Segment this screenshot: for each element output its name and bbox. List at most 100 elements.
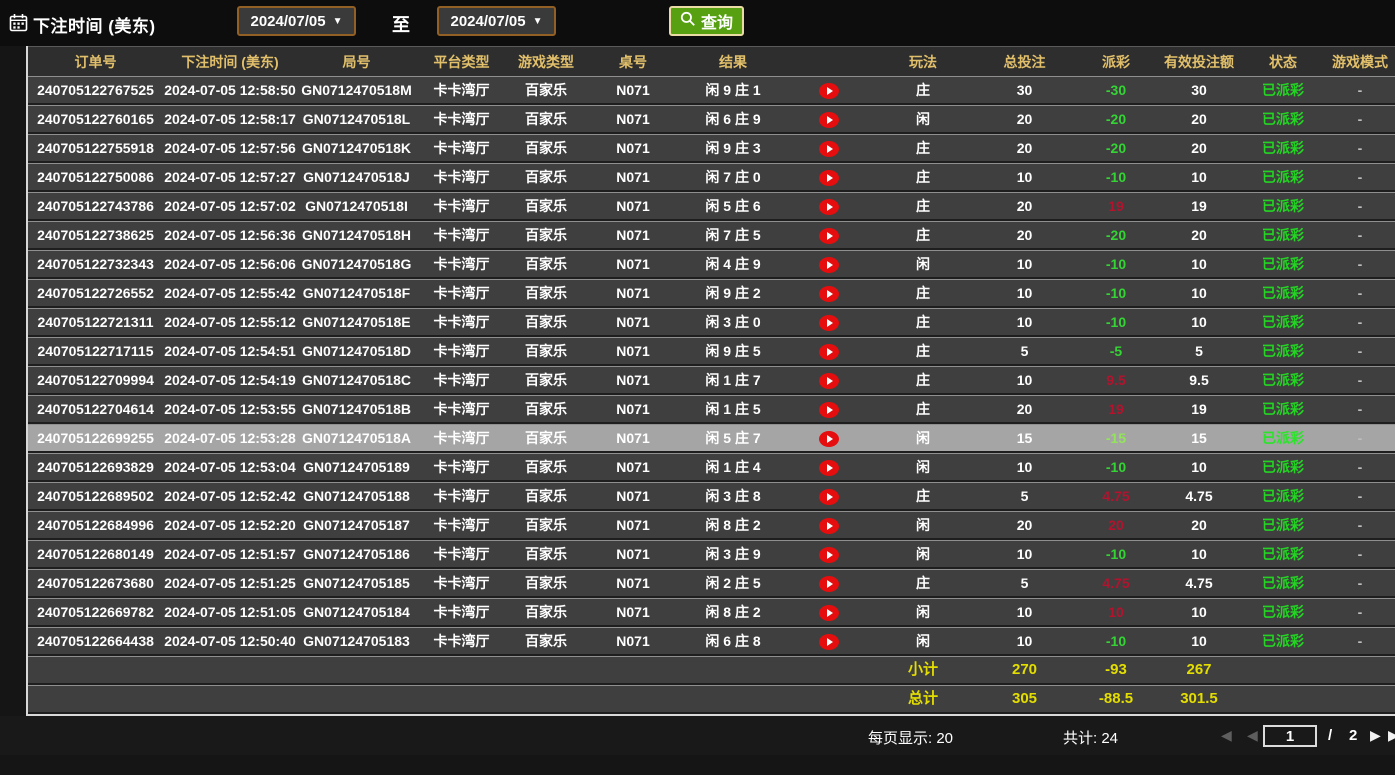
play-icon[interactable] [819,199,839,215]
status-badge: 已派彩 [1241,366,1325,395]
replay-cell [785,308,872,337]
result: 闲 9 庄 1 [681,76,785,105]
table-body: 240705122767525 2024-07-05 12:58:50 GN07… [28,76,1395,656]
play-icon[interactable] [819,634,839,650]
play-icon[interactable] [819,431,839,447]
round-id: GN07124705183 [297,627,416,656]
page-number-input[interactable] [1263,725,1317,747]
bet-time: 2024-07-05 12:54:51 [163,337,297,366]
query-button-label: 查询 [701,9,733,33]
last-page-icon[interactable]: ▶▐ [1388,727,1395,744]
play-icon[interactable] [819,460,839,476]
result: 闲 1 庄 5 [681,395,785,424]
play-icon[interactable] [819,286,839,302]
column-header: 状态 [1241,46,1325,76]
game-mode: - [1325,221,1395,250]
order-id: 240705122755918 [28,134,163,163]
bet-time: 2024-07-05 12:56:06 [163,250,297,279]
replay-cell [785,540,872,569]
table-row[interactable]: 240705122726552 2024-07-05 12:55:42 GN07… [28,279,1395,308]
table-row[interactable]: 240705122673680 2024-07-05 12:51:25 GN07… [28,569,1395,598]
valid-bet: 30 [1157,76,1241,105]
table-number: N071 [585,453,681,482]
bet-time: 2024-07-05 12:58:50 [163,76,297,105]
replay-cell [785,337,872,366]
round-id: GN07124705184 [297,598,416,627]
game-mode: - [1325,366,1395,395]
replay-cell [785,395,872,424]
status-badge: 已派彩 [1241,540,1325,569]
total-bet: 10 [974,308,1075,337]
round-id: GN0712470518B [297,395,416,424]
payout: -10 [1075,163,1157,192]
play-icon[interactable] [819,83,839,99]
table-row[interactable]: 240705122680149 2024-07-05 12:51:57 GN07… [28,540,1395,569]
game-type: 百家乐 [507,105,585,134]
result: 闲 3 庄 0 [681,308,785,337]
valid-bet: 10 [1157,308,1241,337]
bet-time: 2024-07-05 12:51:05 [163,598,297,627]
platform-type: 卡卡湾厅 [416,279,507,308]
column-header: 平台类型 [416,46,507,76]
round-id: GN0712470518C [297,366,416,395]
table-row[interactable]: 240705122669782 2024-07-05 12:51:05 GN07… [28,598,1395,627]
bet-side: 庄 [872,395,974,424]
page-title: 下注时间 (美东) [33,12,156,37]
table-number: N071 [585,105,681,134]
valid-bet: 10 [1157,250,1241,279]
game-mode: - [1325,279,1395,308]
query-button[interactable]: 查询 [669,6,744,36]
round-id: GN0712470518E [297,308,416,337]
game-mode: - [1325,250,1395,279]
round-id: GN0712470518H [297,221,416,250]
table-row[interactable]: 240705122709994 2024-07-05 12:54:19 GN07… [28,366,1395,395]
table-row[interactable]: 240705122721311 2024-07-05 12:55:12 GN07… [28,308,1395,337]
play-icon[interactable] [819,257,839,273]
play-icon[interactable] [819,315,839,331]
play-icon[interactable] [819,547,839,563]
table-row[interactable]: 240705122743786 2024-07-05 12:57:02 GN07… [28,192,1395,221]
table-row[interactable]: 240705122699255 2024-07-05 12:53:28 GN07… [28,424,1395,453]
date-from-select[interactable]: 2024/07/05 ▼ [237,6,356,36]
date-to-select[interactable]: 2024/07/05 ▼ [437,6,556,36]
prev-page-icon[interactable]: ◀ [1247,727,1258,744]
payout: -10 [1075,453,1157,482]
table-row[interactable]: 240705122750086 2024-07-05 12:57:27 GN07… [28,163,1395,192]
order-id: 240705122699255 [28,424,163,453]
table-row[interactable]: 240705122738625 2024-07-05 12:56:36 GN07… [28,221,1395,250]
table-row[interactable]: 240705122689502 2024-07-05 12:52:42 GN07… [28,482,1395,511]
table-row[interactable]: 240705122664438 2024-07-05 12:50:40 GN07… [28,627,1395,656]
play-icon[interactable] [819,170,839,186]
calendar-icon [9,13,28,37]
column-header: 总投注 [974,46,1075,76]
next-page-icon[interactable]: ▶ [1370,727,1381,744]
total-bet: 10 [974,453,1075,482]
play-icon[interactable] [819,576,839,592]
table-row[interactable]: 240705122732343 2024-07-05 12:56:06 GN07… [28,250,1395,279]
bet-records-table: 订单号下注时间 (美东)局号平台类型游戏类型桌号结果玩法总投注派彩有效投注额状态… [26,46,1395,716]
table-row[interactable]: 240705122755918 2024-07-05 12:57:56 GN07… [28,134,1395,163]
replay-cell [785,482,872,511]
play-icon[interactable] [819,518,839,534]
table-row[interactable]: 240705122767525 2024-07-05 12:58:50 GN07… [28,76,1395,105]
play-icon[interactable] [819,141,839,157]
table-row[interactable]: 240705122717115 2024-07-05 12:54:51 GN07… [28,337,1395,366]
platform-type: 卡卡湾厅 [416,627,507,656]
table-row[interactable]: 240705122693829 2024-07-05 12:53:04 GN07… [28,453,1395,482]
platform-type: 卡卡湾厅 [416,134,507,163]
play-icon[interactable] [819,489,839,505]
play-icon[interactable] [819,402,839,418]
first-page-icon[interactable]: ◀ [1221,727,1232,744]
payout: 4.75 [1075,482,1157,511]
table-row[interactable]: 240705122704614 2024-07-05 12:53:55 GN07… [28,395,1395,424]
game-mode: - [1325,482,1395,511]
table-number: N071 [585,598,681,627]
play-icon[interactable] [819,228,839,244]
play-icon[interactable] [819,373,839,389]
status-badge: 已派彩 [1241,134,1325,163]
play-icon[interactable] [819,605,839,621]
play-icon[interactable] [819,344,839,360]
table-row[interactable]: 240705122684996 2024-07-05 12:52:20 GN07… [28,511,1395,540]
play-icon[interactable] [819,112,839,128]
table-row[interactable]: 240705122760165 2024-07-05 12:58:17 GN07… [28,105,1395,134]
